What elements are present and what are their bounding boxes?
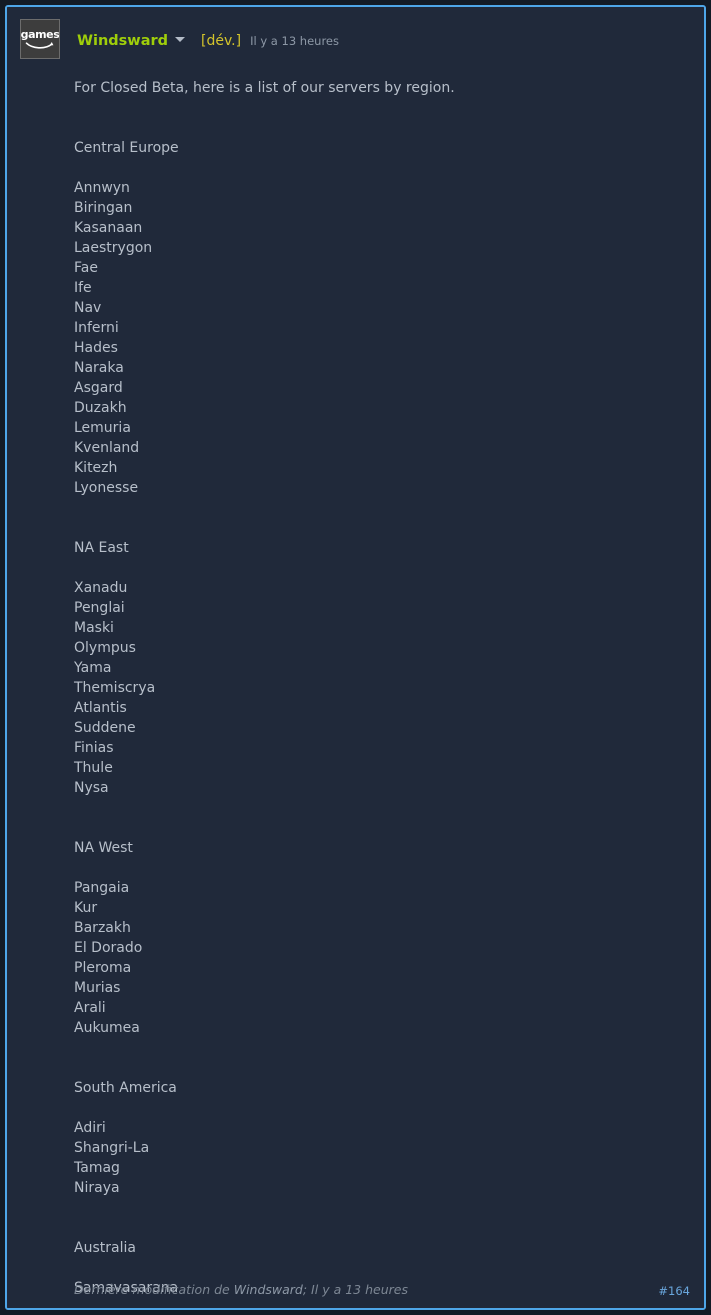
server-item: Kasanaan xyxy=(74,220,143,236)
edit-note-prefix: Dernière modification de xyxy=(74,1282,234,1297)
server-item: Olympus xyxy=(74,640,136,656)
avatar-wordmark: games xyxy=(20,27,60,41)
server-item: Laestrygon xyxy=(74,240,153,256)
server-item: Niraya xyxy=(74,1180,120,1196)
post-timestamp[interactable]: Il y a 13 heures xyxy=(250,34,339,48)
edit-note-author: Windsward xyxy=(233,1282,303,1297)
post-inner: games Windsward [dév.] Il y a 13 heures … xyxy=(7,7,704,1308)
server-item: Nysa xyxy=(74,780,109,796)
server-item: Adiri xyxy=(74,1120,106,1136)
server-item: Pleroma xyxy=(74,960,132,976)
server-item: Hades xyxy=(74,340,118,356)
server-item: Inferni xyxy=(74,320,119,336)
author-name[interactable]: Windsward xyxy=(77,33,168,49)
server-list: Xanadu Penglai Maski Olympus Yama Themis… xyxy=(74,578,690,798)
avatar[interactable]: games xyxy=(20,19,60,59)
intro-text: For Closed Beta, here is a list of our s… xyxy=(74,80,455,96)
server-item: Suddene xyxy=(74,720,136,736)
edit-note-suffix: ; Il y a 13 heures xyxy=(302,1282,408,1297)
server-item: Nav xyxy=(74,300,102,316)
server-item: Lemuria xyxy=(74,420,131,436)
server-item: Kur xyxy=(74,900,98,916)
amazon-smile-icon xyxy=(25,41,54,49)
server-item: Shangri-La xyxy=(74,1140,150,1156)
post-footer: Dernière modification de Windsward; Il y… xyxy=(74,1282,690,1304)
server-item: Murias xyxy=(74,980,121,996)
server-item: Barzakh xyxy=(74,920,131,936)
server-item: Penglai xyxy=(74,600,125,616)
server-list: Adiri Shangri-La Tamag Niraya xyxy=(74,1118,690,1198)
server-item: Thule xyxy=(74,760,113,776)
region-block-na-east: NA East Xanadu Penglai Maski Olympus Yam… xyxy=(74,538,690,798)
server-item: Ife xyxy=(74,280,92,296)
region-block-central-europe: Central Europe Annwyn Biringan Kasanaan … xyxy=(74,138,690,498)
server-item: Naraka xyxy=(74,360,124,376)
region-title: South America xyxy=(74,1080,177,1096)
region-title: NA West xyxy=(74,840,133,856)
server-item: Arali xyxy=(74,1000,106,1016)
server-item: Biringan xyxy=(74,200,133,216)
server-item: Maski xyxy=(74,620,114,636)
server-item: Finias xyxy=(74,740,114,756)
author-row: Windsward [dév.] Il y a 13 heures xyxy=(77,33,339,49)
server-item: Annwyn xyxy=(74,180,130,196)
region-title: Central Europe xyxy=(74,140,179,156)
server-item: Xanadu xyxy=(74,580,128,596)
author-badge: [dév.] xyxy=(201,33,242,49)
region-title: NA East xyxy=(74,540,129,556)
region-title: Australia xyxy=(74,1240,136,1256)
server-item: Kvenland xyxy=(74,440,140,456)
edit-note: Dernière modification de Windsward; Il y… xyxy=(74,1282,408,1297)
server-item: Atlantis xyxy=(74,700,127,716)
server-list: Pangaia Kur Barzakh El Dorado Pleroma Mu… xyxy=(74,878,690,1038)
post-container[interactable]: games Windsward [dév.] Il y a 13 heures … xyxy=(5,5,706,1310)
post-body: For Closed Beta, here is a list of our s… xyxy=(74,78,690,1308)
server-item: Aukumea xyxy=(74,1020,140,1036)
server-item: Fae xyxy=(74,260,98,276)
post-number-link[interactable]: #164 xyxy=(658,1284,690,1298)
server-item: Themiscrya xyxy=(74,680,156,696)
server-item: El Dorado xyxy=(74,940,143,956)
server-item: Asgard xyxy=(74,380,123,396)
region-block-south-america: South America Adiri Shangri-La Tamag Nir… xyxy=(74,1078,690,1198)
server-item: Yama xyxy=(74,660,112,676)
region-block-na-west: NA West Pangaia Kur Barzakh El Dorado Pl… xyxy=(74,838,690,1038)
server-item: Tamag xyxy=(74,1160,120,1176)
server-item: Lyonesse xyxy=(74,480,139,496)
server-item: Pangaia xyxy=(74,880,130,896)
chevron-down-icon[interactable] xyxy=(175,37,186,42)
server-item: Kitezh xyxy=(74,460,118,476)
server-list: Annwyn Biringan Kasanaan Laestrygon Fae … xyxy=(74,178,690,498)
post-header: games Windsward [dév.] Il y a 13 heures xyxy=(7,7,704,65)
server-item: Duzakh xyxy=(74,400,127,416)
